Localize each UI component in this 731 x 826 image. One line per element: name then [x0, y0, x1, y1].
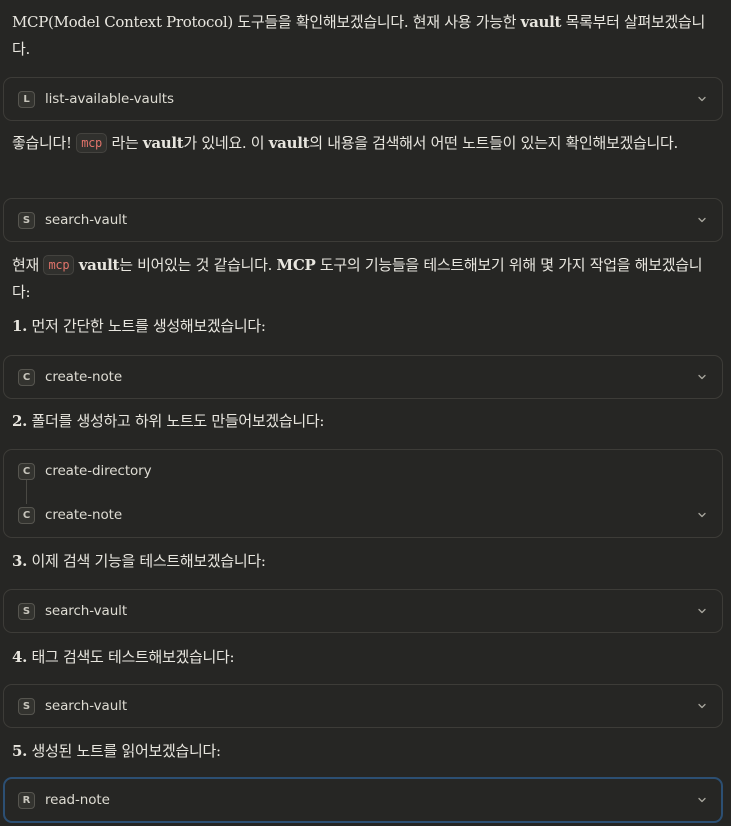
chevron-down-icon[interactable]	[696, 371, 708, 383]
inline-code: mcp	[43, 255, 75, 275]
tool-letter-icon: L	[18, 90, 35, 108]
tool-name: create-note	[45, 507, 123, 523]
text-span: 좋습니다!	[12, 134, 77, 152]
message-step-3: 3. 이제 검색 기능을 테스트해보겠습니다:	[12, 548, 717, 575]
tool-name: create-note	[45, 369, 123, 385]
chevron-down-icon[interactable]	[696, 214, 708, 226]
text-span: 폴더를 생성하고 하위 노트도 만들어보겠습니다:	[27, 412, 325, 430]
chevron-down-icon[interactable]	[696, 93, 708, 105]
tool-row[interactable]: S search-vault	[4, 685, 722, 727]
bold-text: vault	[520, 13, 562, 31]
tool-name: create-directory	[45, 463, 152, 479]
message-2: 좋습니다! mcp 라는 vault가 있네요. 이 vault의 내용을 검색…	[12, 130, 717, 157]
chevron-down-icon[interactable]	[696, 700, 708, 712]
bold-text: vault	[142, 134, 184, 152]
text-span: 이제 검색 기능을 테스트해보겠습니다:	[27, 552, 266, 570]
message-3: 현재 mcp vault는 비어있는 것 같습니다. MCP 도구의 기능들을 …	[12, 252, 717, 306]
text-span: 생성된 노트를 읽어보겠습니다:	[27, 742, 222, 760]
tool-row[interactable]: L list-available-vaults	[4, 78, 722, 120]
tool-letter-icon: S	[18, 602, 35, 620]
text-span: MCP(Model Context Protocol) 도구들을 확인해보겠습니…	[12, 13, 521, 31]
tool-call-search-vault: S search-vault	[3, 684, 723, 728]
bold-text: vault	[78, 256, 120, 274]
tool-name: read-note	[45, 792, 110, 808]
tool-call-list-available-vaults: L list-available-vaults	[3, 77, 723, 121]
tool-letter-icon: S	[18, 697, 35, 715]
bold-text: 2.	[12, 412, 28, 430]
bold-text: 4.	[12, 648, 28, 666]
bold-text: 1.	[12, 317, 28, 335]
chevron-down-icon[interactable]	[696, 794, 708, 806]
tool-letter-icon: R	[18, 791, 35, 809]
tool-name: search-vault	[45, 212, 128, 228]
tool-letter-icon: C	[18, 462, 35, 480]
text-span: 는 비어있는 것 같습니다.	[119, 256, 277, 274]
tool-call-search-vault: S search-vault	[3, 198, 723, 242]
tool-name: list-available-vaults	[45, 91, 174, 107]
tool-row[interactable]: S search-vault	[4, 590, 722, 632]
text-span: 현재	[12, 256, 44, 274]
tool-row[interactable]: R read-note	[5, 779, 721, 821]
tool-letter-icon: C	[18, 506, 35, 524]
bold-text: vault	[268, 134, 310, 152]
tool-call-create-note: C create-note	[3, 355, 723, 399]
tool-call-search-vault: S search-vault	[3, 589, 723, 633]
bold-text: 5.	[12, 742, 28, 760]
text-span: 태그 검색도 테스트해보겠습니다:	[27, 648, 235, 666]
tool-letter-icon: S	[18, 211, 35, 229]
text-span: 가 있네요. 이	[183, 134, 269, 152]
inline-code: mcp	[76, 133, 107, 153]
tool-row[interactable]: S search-vault	[4, 199, 722, 241]
message-step-4: 4. 태그 검색도 테스트해보겠습니다:	[12, 644, 717, 671]
tool-letter-icon: C	[18, 368, 35, 386]
text-span: 먼저 간단한 노트를 생성해보겠습니다:	[27, 317, 266, 335]
tool-name: search-vault	[45, 603, 128, 619]
bold-text: 3.	[12, 552, 28, 570]
message-step-1: 1. 먼저 간단한 노트를 생성해보겠습니다:	[12, 313, 717, 340]
text-span: 의 내용을 검색해서 어떤 노트들이 있는지 확인해보겠습니다.	[309, 134, 679, 152]
message-1: MCP(Model Context Protocol) 도구들을 확인해보겠습니…	[12, 9, 717, 63]
chevron-down-icon[interactable]	[696, 509, 708, 521]
tool-row[interactable]: C create-directory	[4, 450, 722, 492]
message-step-5: 5. 생성된 노트를 읽어보겠습니다:	[12, 738, 717, 765]
tool-call-read-note: R read-note	[3, 777, 723, 823]
tool-name: search-vault	[45, 698, 128, 714]
tool-call-group: C create-directory C create-note	[3, 449, 723, 538]
chevron-down-icon[interactable]	[696, 605, 708, 617]
text-span: 라는	[106, 134, 143, 152]
tool-row[interactable]: C create-note	[4, 494, 722, 536]
message-step-2: 2. 폴더를 생성하고 하위 노트도 만들어보겠습니다:	[12, 408, 717, 435]
tool-row[interactable]: C create-note	[4, 356, 722, 398]
bold-text: MCP	[276, 256, 316, 274]
